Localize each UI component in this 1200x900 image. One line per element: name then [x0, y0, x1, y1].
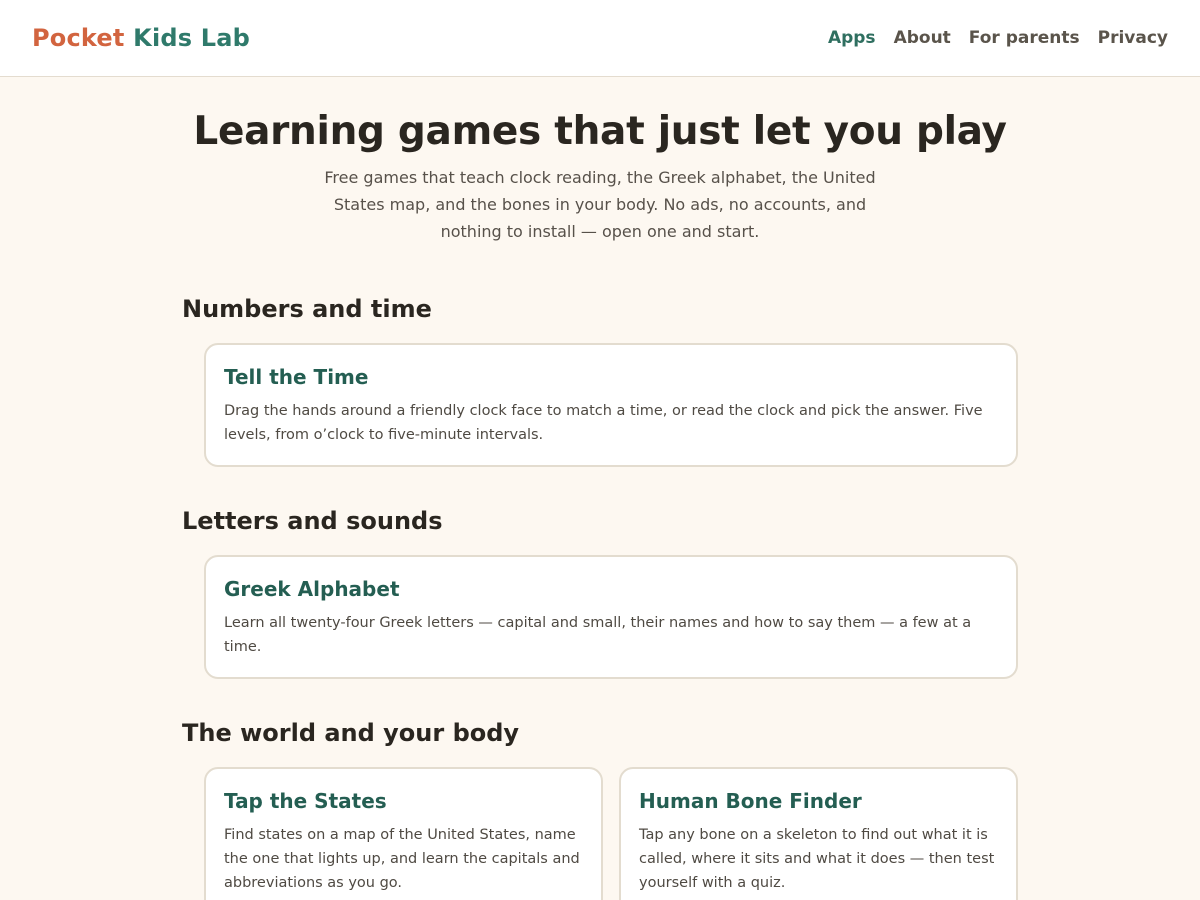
nav-link-privacy[interactable]: Privacy	[1098, 28, 1168, 48]
card-list: Tap the States Find states on a map of t…	[204, 767, 1018, 900]
hero: Learning games that just let you play Fr…	[0, 77, 1200, 245]
page-subtitle: Free games that teach clock reading, the…	[324, 168, 876, 241]
site-logo[interactable]: Pocket Kids Lab	[32, 24, 250, 52]
section-title: The world and your body	[182, 719, 520, 747]
app-card-description: Find states on a map of the United State…	[224, 827, 580, 891]
app-card-tap-the-states[interactable]: Tap the States Find states on a map of t…	[204, 767, 603, 900]
app-card-description: Learn all twenty-four Greek letters — ca…	[224, 615, 972, 655]
app-card-title: Greek Alphabet	[224, 577, 400, 601]
app-card-greek-alphabet[interactable]: Greek Alphabet Learn all twenty-four Gre…	[204, 555, 1018, 679]
site-header: Pocket Kids Lab Apps About For parents P…	[0, 0, 1200, 77]
nav-link-for-parents[interactable]: For parents	[969, 28, 1080, 48]
app-card-description: Drag the hands around a friendly clock f…	[224, 403, 983, 443]
section-title: Numbers and time	[182, 295, 432, 323]
main-nav: Apps About For parents Privacy	[828, 28, 1168, 48]
page-title: Learning games that just let you play	[193, 109, 1007, 154]
app-card-description: Tap any bone on a skeleton to find out w…	[639, 827, 995, 891]
app-card-tell-the-time[interactable]: Tell the Time Drag the hands around a fr…	[204, 343, 1018, 467]
section-letters-and-sounds: Letters and sounds Greek Alphabet Learn …	[182, 507, 1018, 679]
logo-word-pocket: Pocket	[32, 24, 125, 52]
app-card-title: Tell the Time	[224, 365, 369, 389]
card-list: Tell the Time Drag the hands around a fr…	[204, 343, 1018, 467]
section-world-and-body: The world and your body Tap the States F…	[182, 719, 1018, 900]
nav-link-apps[interactable]: Apps	[828, 28, 876, 48]
section-numbers-and-time: Numbers and time Tell the Time Drag the …	[182, 295, 1018, 467]
logo-word-kids-lab: Kids Lab	[133, 24, 251, 52]
section-title: Letters and sounds	[182, 507, 443, 535]
nav-link-about[interactable]: About	[894, 28, 951, 48]
app-card-human-bone-finder[interactable]: Human Bone Finder Tap any bone on a skel…	[619, 767, 1018, 900]
app-card-title: Human Bone Finder	[639, 789, 862, 813]
app-catalog: Numbers and time Tell the Time Drag the …	[182, 295, 1018, 900]
app-card-title: Tap the States	[224, 789, 387, 813]
card-list: Greek Alphabet Learn all twenty-four Gre…	[204, 555, 1018, 679]
